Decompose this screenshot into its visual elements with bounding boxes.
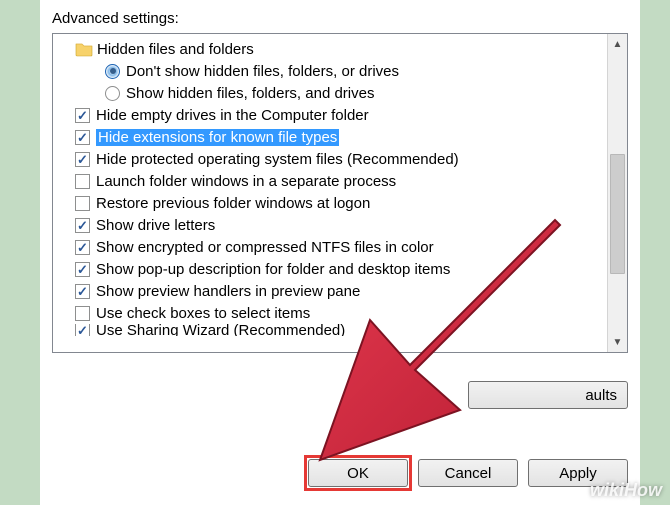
scroll-thumb[interactable] [610, 154, 625, 274]
checkbox-label: Hide empty drives in the Computer folder [96, 107, 369, 124]
scroll-track[interactable] [608, 54, 627, 332]
checkbox-option[interactable]: Show pop-up description for folder and d… [59, 258, 601, 280]
checkbox-icon[interactable] [75, 196, 90, 211]
checkbox-option[interactable]: Hide protected operating system files (R… [59, 148, 601, 170]
scrollbar[interactable]: ▲ ▼ [607, 34, 627, 352]
checkbox-icon[interactable] [75, 284, 90, 299]
scroll-up-icon[interactable]: ▲ [608, 34, 627, 54]
watermark: wikiHow [590, 480, 662, 501]
radio-icon[interactable] [105, 64, 120, 79]
checkbox-option[interactable]: Show preview handlers in preview pane [59, 280, 601, 302]
radio-label: Show hidden files, folders, and drives [126, 85, 374, 102]
checkbox-icon[interactable] [75, 174, 90, 189]
checkbox-label: Use Sharing Wizard (Recommended) [96, 324, 345, 336]
settings-tree: Hidden files and folders Don't show hidd… [52, 33, 628, 353]
radio-option[interactable]: Show hidden files, folders, and drives [59, 82, 601, 104]
advanced-settings-label: Advanced settings: [52, 10, 628, 27]
checkbox-label: Hide extensions for known file types [96, 129, 339, 146]
checkbox-label: Hide protected operating system files (R… [96, 151, 459, 168]
checkbox-option[interactable]: Show drive letters [59, 214, 601, 236]
checkbox-icon[interactable] [75, 108, 90, 123]
radio-option[interactable]: Don't show hidden files, folders, or dri… [59, 60, 601, 82]
checkbox-label: Show encrypted or compressed NTFS files … [96, 239, 434, 256]
checkbox-icon[interactable] [75, 240, 90, 255]
radio-label: Don't show hidden files, folders, or dri… [126, 63, 399, 80]
folder-icon [75, 41, 93, 57]
tree-content: Hidden files and folders Don't show hidd… [53, 34, 607, 352]
checkbox-label: Launch folder windows in a separate proc… [96, 173, 396, 190]
checkbox-icon[interactable] [75, 152, 90, 167]
checkbox-label: Use check boxes to select items [96, 305, 310, 322]
dialog-panel: Advanced settings: Hidden files and fold… [40, 0, 640, 505]
checkbox-icon[interactable] [75, 218, 90, 233]
group-label: Hidden files and folders [97, 41, 254, 58]
checkbox-label: Show preview handlers in preview pane [96, 283, 360, 300]
checkbox-icon[interactable] [75, 306, 90, 321]
dialog-buttons: OK Cancel Apply [308, 459, 628, 487]
checkbox-option[interactable]: Launch folder windows in a separate proc… [59, 170, 601, 192]
checkbox-option[interactable]: Show encrypted or compressed NTFS files … [59, 236, 601, 258]
checkbox-option[interactable]: Use Sharing Wizard (Recommended) [59, 324, 601, 336]
checkbox-icon[interactable] [75, 324, 90, 336]
checkbox-label: Show drive letters [96, 217, 215, 234]
checkbox-option[interactable]: Hide extensions for known file types [59, 126, 601, 148]
radio-icon[interactable] [105, 86, 120, 101]
group-hidden-files: Hidden files and folders [59, 38, 601, 60]
restore-defaults-button[interactable]: aults [468, 381, 628, 409]
checkbox-option[interactable]: Restore previous folder windows at logon [59, 192, 601, 214]
checkbox-option[interactable]: Hide empty drives in the Computer folder [59, 104, 601, 126]
checkbox-icon[interactable] [75, 262, 90, 277]
cancel-button[interactable]: Cancel [418, 459, 518, 487]
scroll-down-icon[interactable]: ▼ [608, 332, 627, 352]
checkbox-label: Show pop-up description for folder and d… [96, 261, 450, 278]
ok-button[interactable]: OK [308, 459, 408, 487]
checkbox-option[interactable]: Use check boxes to select items [59, 302, 601, 324]
checkbox-label: Restore previous folder windows at logon [96, 195, 370, 212]
checkbox-icon[interactable] [75, 130, 90, 145]
